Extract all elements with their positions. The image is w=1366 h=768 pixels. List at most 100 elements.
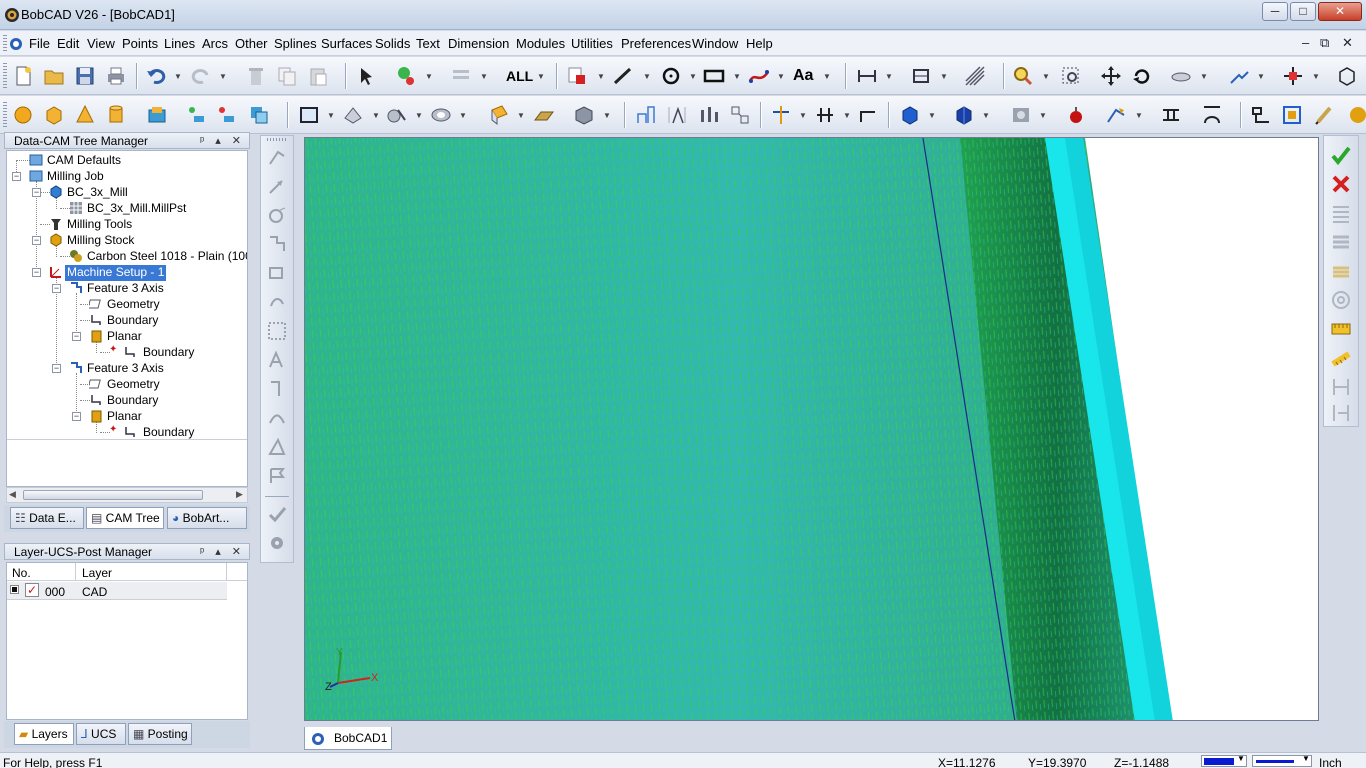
snap-dropdown[interactable]: ▼ [1257, 72, 1265, 81]
arrow-pick-icon[interactable] [266, 175, 288, 197]
color-selector[interactable]: ▼ [1201, 754, 1247, 767]
tree-node-feature-3-axis[interactable]: Feature 3 Axis [87, 361, 164, 377]
layer-active-checkbox[interactable]: ✓ [25, 583, 39, 597]
plane-icon[interactable] [533, 104, 555, 126]
render-icon[interactable] [1010, 104, 1032, 126]
triangle-pick-icon[interactable] [266, 436, 288, 458]
tab-posting[interactable]: ▦ Posting [128, 723, 192, 745]
close-button[interactable]: ✕ [1318, 2, 1362, 21]
rotate-icon[interactable] [1131, 65, 1153, 87]
sketch-offset-icon[interactable] [1281, 104, 1303, 126]
light-icon[interactable] [1105, 104, 1127, 126]
revolve-icon[interactable] [342, 104, 364, 126]
print-icon[interactable] [105, 65, 127, 87]
rectangle-dropdown[interactable]: ▼ [733, 72, 741, 81]
tree-node-machine-setup[interactable]: Machine Setup - 1 [65, 265, 167, 281]
layer-visibility-toggle[interactable] [10, 585, 19, 594]
menu-window[interactable]: Window [692, 36, 738, 51]
menu-preferences[interactable]: Preferences [621, 36, 691, 51]
dimension-right-icon[interactable] [1330, 376, 1352, 398]
point-select-dropdown[interactable]: ▼ [425, 72, 433, 81]
menu-other[interactable]: Other [235, 36, 268, 51]
shaded-cube-dropdown[interactable]: ▼ [982, 111, 990, 120]
menu-utilities[interactable]: Utilities [571, 36, 613, 51]
fillet-dropdown[interactable]: ▼ [517, 111, 525, 120]
redo-dropdown[interactable]: ▼ [219, 72, 227, 81]
tree-node-bc-3x-mill[interactable]: BC_3x_Mill [67, 185, 128, 201]
expander[interactable]: − [32, 236, 41, 245]
arch-icon[interactable] [1201, 104, 1223, 126]
copy-icon[interactable] [276, 65, 298, 87]
menu-lines[interactable]: Lines [164, 36, 195, 51]
menu-help[interactable]: Help [746, 36, 773, 51]
face-pick-icon[interactable] [266, 262, 288, 284]
cylinder-icon[interactable] [105, 104, 127, 126]
wire-edit-icon[interactable] [1160, 104, 1182, 126]
settings-pick-icon[interactable] [266, 532, 288, 554]
trim-icon[interactable] [770, 104, 792, 126]
dimension-vertical-dropdown[interactable]: ▼ [940, 72, 948, 81]
mdi-restore-button[interactable]: ⧉ [1320, 35, 1329, 51]
render-dropdown[interactable]: ▼ [1039, 111, 1047, 120]
chevron-down-icon[interactable]: ▼ [1237, 754, 1245, 763]
solid-box-icon[interactable] [146, 104, 168, 126]
spline-dropdown[interactable]: ▼ [777, 72, 785, 81]
mirror-icon[interactable] [666, 104, 688, 126]
menu-points[interactable]: Points [122, 36, 158, 51]
pan-icon[interactable] [1100, 65, 1122, 87]
zoom-icon[interactable] [1012, 65, 1034, 87]
break-dropdown[interactable]: ▼ [843, 111, 851, 120]
paste-icon[interactable] [307, 65, 329, 87]
zoom-dropdown[interactable]: ▼ [1042, 72, 1050, 81]
save-icon[interactable] [74, 65, 96, 87]
expander[interactable]: − [52, 284, 61, 293]
shell-dropdown[interactable]: ▼ [603, 111, 611, 120]
new-file-icon[interactable] [12, 65, 34, 87]
line-style-icon[interactable] [612, 65, 634, 87]
mdi-minimize-button[interactable]: – [1302, 35, 1309, 50]
snap-icon[interactable] [1228, 65, 1250, 87]
tree-node-milling-stock[interactable]: Milling Stock [67, 233, 134, 249]
fillet-icon[interactable] [488, 104, 510, 126]
scroll-thumb[interactable] [23, 490, 203, 500]
layer-color-dropdown[interactable]: ▼ [597, 72, 605, 81]
text-tool-icon[interactable]: Aa [793, 67, 813, 85]
open-folder-icon[interactable] [43, 65, 65, 87]
distribute-icon[interactable] [698, 104, 720, 126]
text-pick-icon[interactable] [266, 349, 288, 371]
spline-icon[interactable] [748, 65, 770, 87]
tree-node-planar[interactable]: Planar [107, 409, 142, 425]
material-icon[interactable] [1065, 104, 1087, 126]
redo-icon[interactable] [190, 65, 212, 87]
boolean-add-icon[interactable] [186, 104, 208, 126]
tree-node-boundary[interactable]: Boundary [107, 313, 158, 329]
column-header-layer[interactable]: Layer [82, 566, 112, 580]
path-pick-icon[interactable] [266, 233, 288, 255]
scroll-left-icon[interactable]: ◀ [9, 489, 16, 500]
chevron-down-icon[interactable]: ▼ [1302, 754, 1310, 763]
window-pick-icon[interactable] [266, 320, 288, 342]
filter-icon[interactable] [450, 65, 472, 87]
expander[interactable]: − [32, 268, 41, 277]
tab-data-explorer[interactable]: ☷ Data E... [10, 507, 84, 529]
ucs-dropdown[interactable]: ▼ [1312, 72, 1320, 81]
tree-node-planar[interactable]: Planar [107, 329, 142, 345]
tab-ucs[interactable]: ⅃ UCS [76, 723, 126, 745]
expander[interactable]: − [12, 172, 21, 181]
document-tab-bobcad1[interactable]: BobCAD1 [304, 727, 392, 750]
hatch-icon[interactable] [964, 65, 986, 87]
cone-icon[interactable] [74, 104, 96, 126]
accept-pick-icon[interactable] [266, 503, 288, 525]
solid-blue-cube-icon[interactable] [899, 104, 921, 126]
loft-icon[interactable] [430, 104, 452, 126]
select-all-dropdown[interactable]: ▼ [537, 72, 545, 81]
sweep-dropdown[interactable]: ▼ [415, 111, 423, 120]
select-all-button[interactable]: ALL [506, 68, 533, 84]
undo-icon[interactable] [145, 65, 167, 87]
scroll-right-icon[interactable]: ▶ [236, 489, 243, 500]
line-style-dropdown[interactable]: ▼ [643, 72, 651, 81]
tree-node-post-file[interactable]: BC_3x_Mill.MillPst [87, 201, 186, 217]
tree-node-geometry[interactable]: Geometry [107, 297, 160, 313]
boolean-subtract-icon[interactable] [216, 104, 238, 126]
view-orientation-dropdown[interactable]: ▼ [1200, 72, 1208, 81]
